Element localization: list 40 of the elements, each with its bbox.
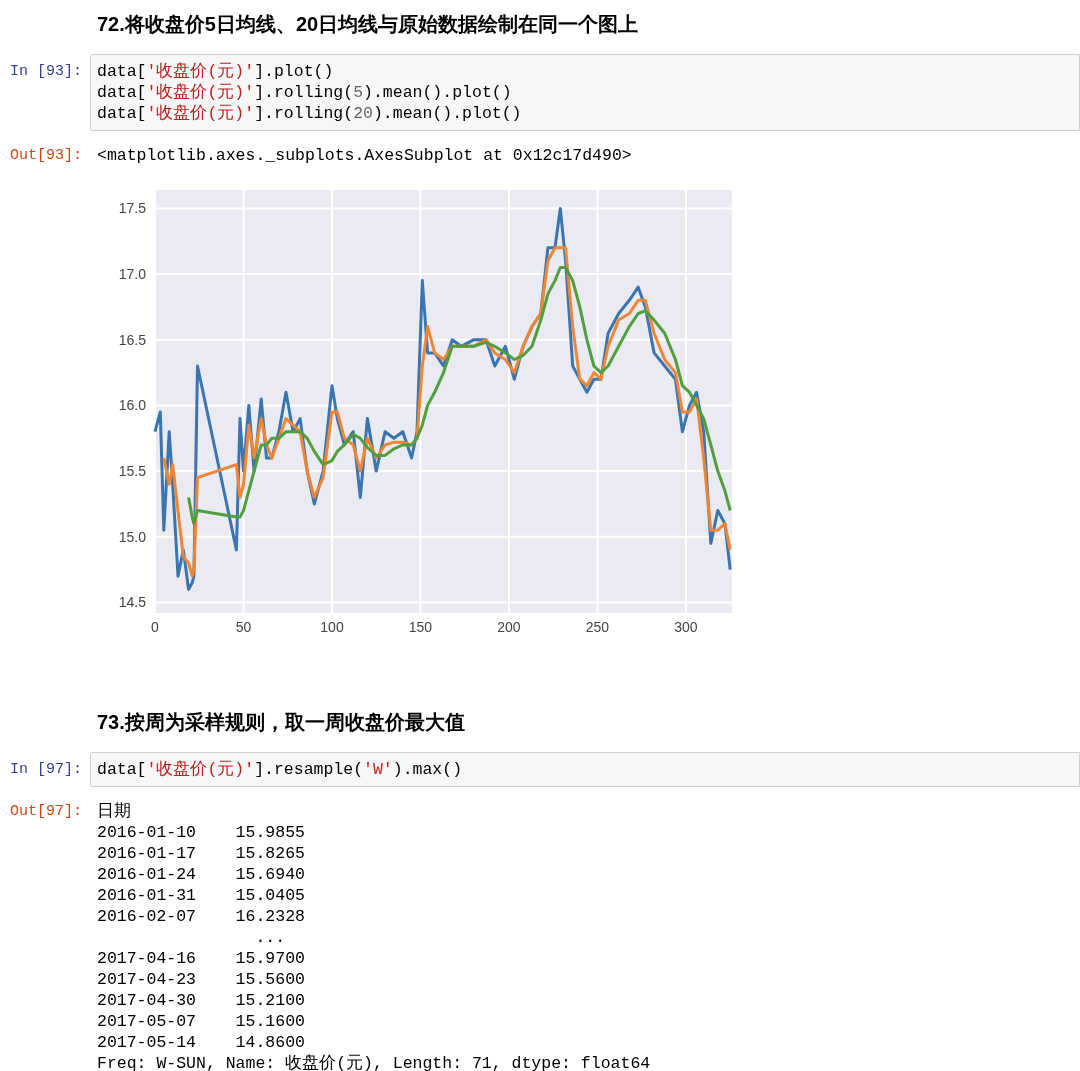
section-heading: 72.将收盘价5日均线、20日均线与原始数据绘制在同一个图上 xyxy=(96,12,640,37)
y-tick-label: 16.5 xyxy=(118,331,146,348)
y-tick-label: 15.5 xyxy=(118,463,146,480)
x-tick-label: 300 xyxy=(674,619,698,635)
output-line: 2017-05-07 15.1600 xyxy=(97,1011,306,1032)
input-prompt: In [97]: xyxy=(9,760,83,780)
output-line: 2017-04-16 15.9700 xyxy=(97,948,306,969)
code-input-cell[interactable]: data['收盘价(元)'].plot() data['收盘价(元)'].rolling(5).mean().plot() data['收盘价(元)'].rolling(20).mean().plot() xyxy=(90,54,1080,131)
x-tick-label: 200 xyxy=(497,619,521,635)
output-line: 2016-02-07 16.2328 xyxy=(97,906,306,927)
output-line: 2016-01-31 15.0405 xyxy=(97,885,306,906)
output-line: 2017-05-14 14.8600 xyxy=(97,1032,306,1053)
output-prompt: Out[97]: xyxy=(9,802,83,822)
code-line: data['收盘价(元)'].rolling(20).mean().plot() xyxy=(97,103,523,124)
x-tick-label: 100 xyxy=(320,619,344,635)
output-line: <matplotlib.axes._subplots.AxesSubplot at 0x12c17d490> xyxy=(97,145,632,166)
output-line: ... xyxy=(254,927,287,948)
output-line: 日期 xyxy=(97,801,132,822)
section-heading: 73.按周为采样规则，取一周收盘价最大值 xyxy=(96,710,466,735)
output-line: 2016-01-10 15.9855 xyxy=(97,822,306,843)
x-tick-label: 0 xyxy=(151,619,159,635)
output-line: 2017-04-30 15.2100 xyxy=(97,990,306,1011)
x-tick-label: 150 xyxy=(408,619,433,635)
code-line: data['收盘价(元)'].resample('W').max() xyxy=(97,759,464,780)
code-line: data['收盘价(元)'].rolling(5).mean().plot() xyxy=(97,82,513,103)
y-tick-label: 16.0 xyxy=(118,397,146,414)
output-line: Freq: W-SUN, Name: 收盘价(元), Length: 71, dtype: float64 xyxy=(97,1053,651,1071)
output-prompt: Out[93]: xyxy=(9,146,83,166)
output-line: 2017-04-23 15.5600 xyxy=(97,969,306,990)
y-tick-label: 14.5 xyxy=(118,594,146,611)
code-input-cell[interactable]: data['收盘价(元)'].resample('W').max() xyxy=(90,752,1080,787)
output-line: 2016-01-24 15.6940 xyxy=(97,864,306,885)
x-tick-label: 250 xyxy=(585,619,610,635)
x-tick-label: 50 xyxy=(235,619,252,635)
y-tick-label: 15.0 xyxy=(118,528,146,545)
y-tick-label: 17.0 xyxy=(118,266,146,283)
output-line: 2016-01-17 15.8265 xyxy=(97,843,306,864)
y-tick-label: 17.5 xyxy=(118,200,146,217)
code-line: data['收盘价(元)'].plot() xyxy=(97,61,335,82)
input-prompt: In [93]: xyxy=(9,62,83,82)
